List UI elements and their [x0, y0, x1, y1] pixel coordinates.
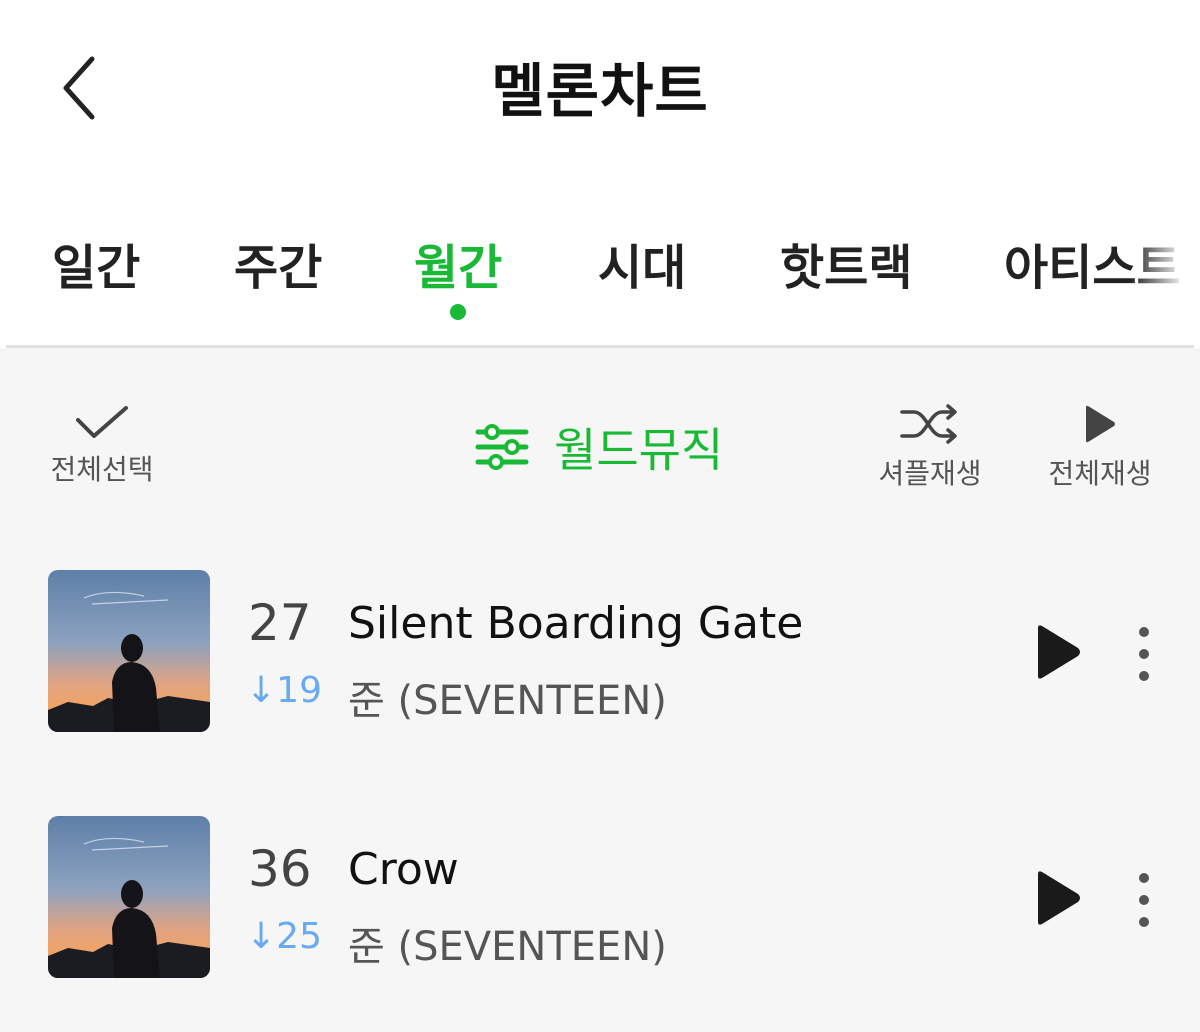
artist-name[interactable]: 준 (SEVENTEEN) — [348, 668, 667, 726]
shuffle-icon — [900, 404, 957, 444]
play-all-label: 전체재생 — [1048, 457, 1152, 490]
genre-filter-button[interactable]: 월드뮤직 — [474, 412, 723, 482]
play-icon — [1086, 405, 1115, 443]
chart-tabs: 일간 주간 월간 시대 핫트랙 아티스트 — [0, 200, 1200, 346]
rank-change: ↓25 — [246, 916, 322, 957]
play-all-button[interactable]: 전체재생 — [1040, 402, 1160, 492]
active-tab-indicator — [450, 304, 466, 320]
more-options-button[interactable] — [1126, 870, 1162, 930]
play-icon — [1038, 871, 1080, 925]
page-title: 멜론차트 — [491, 57, 709, 125]
album-art[interactable] — [48, 816, 210, 978]
play-icon — [1038, 625, 1080, 679]
play-song-button[interactable] — [1030, 868, 1086, 928]
more-vertical-icon — [1139, 873, 1149, 927]
sliders-icon — [475, 424, 529, 470]
play-song-button[interactable] — [1030, 622, 1086, 682]
more-options-button[interactable] — [1126, 624, 1162, 684]
tab-scroll-fade — [1130, 200, 1200, 346]
tab-daily[interactable]: 일간 — [52, 228, 140, 298]
select-all-label: 전체선택 — [50, 453, 154, 486]
tab-decade[interactable]: 시대 — [598, 228, 686, 298]
header: 멜론차트 — [0, 0, 1200, 180]
check-icon — [76, 406, 128, 438]
shuffle-play-button[interactable]: 셔플재생 — [870, 402, 990, 492]
song-row[interactable]: 27 ↓19 Silent Boarding Gate 준 (SEVENTEEN… — [0, 570, 1200, 740]
album-art[interactable] — [48, 570, 210, 732]
filter-label: 월드뮤직 — [554, 423, 724, 477]
tab-weekly[interactable]: 주간 — [234, 228, 322, 298]
rank-number: 27 — [248, 594, 312, 652]
tab-monthly[interactable]: 월간 — [414, 228, 502, 298]
rank-change: ↓19 — [246, 670, 322, 711]
select-all-button[interactable]: 전체선택 — [44, 402, 160, 488]
shuffle-label: 셔플재생 — [878, 457, 982, 490]
tab-hot-track[interactable]: 핫트랙 — [780, 228, 912, 298]
artist-name[interactable]: 준 (SEVENTEEN) — [348, 914, 667, 972]
rank-number: 36 — [248, 840, 312, 898]
more-vertical-icon — [1139, 627, 1149, 681]
song-row[interactable]: 36 ↓25 Crow 준 (SEVENTEEN) — [0, 816, 1200, 986]
song-title[interactable]: Crow — [348, 844, 459, 895]
song-title[interactable]: Silent Boarding Gate — [348, 598, 803, 649]
